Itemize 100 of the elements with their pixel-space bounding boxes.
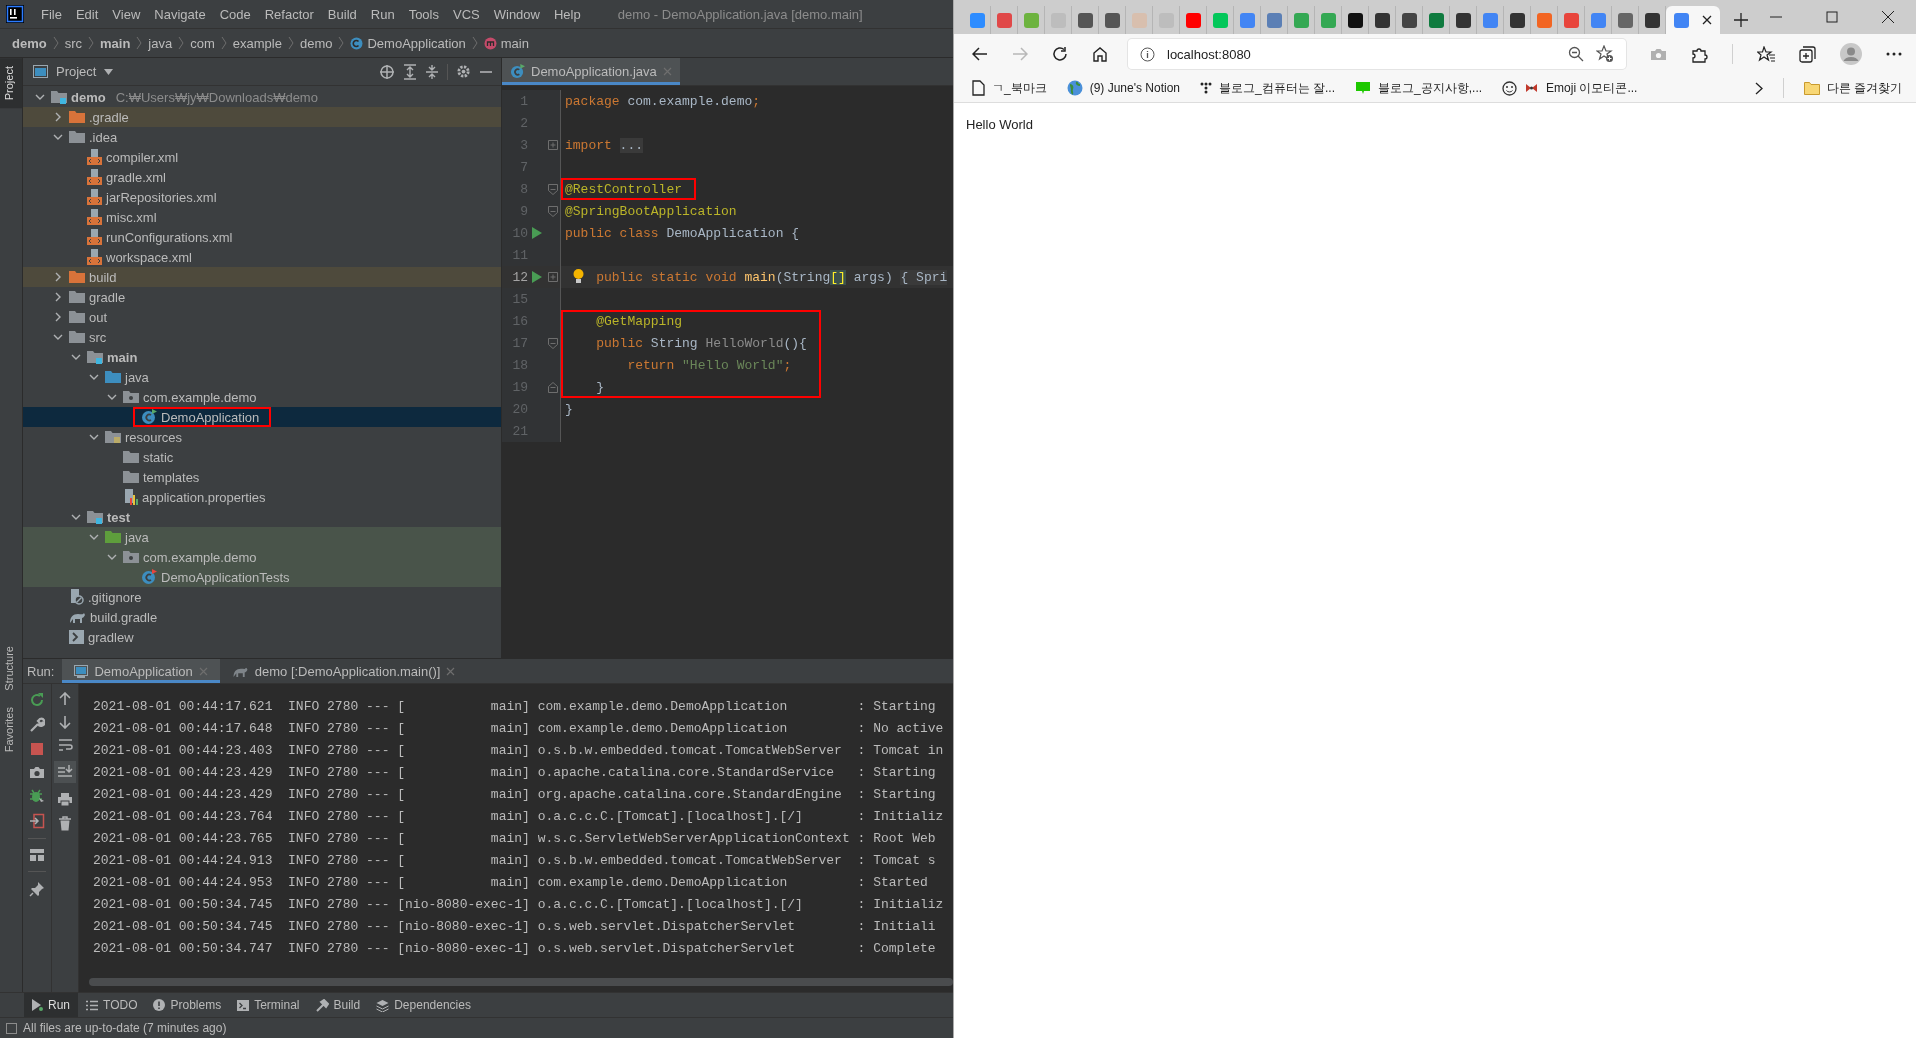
tree-item[interactable]: application.properties [23, 487, 501, 507]
tree-item[interactable]: runConfigurations.xml [23, 227, 501, 247]
new-tab-icon[interactable] [1734, 13, 1748, 27]
collapse-all-icon[interactable] [425, 63, 439, 80]
back-icon[interactable] [972, 47, 988, 61]
stop-icon[interactable] [30, 742, 44, 756]
fold-icon[interactable] [548, 381, 558, 393]
info-icon[interactable] [1140, 46, 1155, 62]
menu-item[interactable]: Edit [68, 6, 106, 22]
tree-item[interactable]: resources [23, 427, 501, 447]
favorites-icon[interactable] [1757, 45, 1775, 63]
breadcrumb[interactable]: main [100, 35, 131, 51]
menu-item[interactable]: VCS [446, 6, 487, 22]
tree-item[interactable]: build [23, 267, 501, 287]
tree-item[interactable]: com.example.demo [23, 547, 501, 567]
close-icon[interactable] [1882, 11, 1894, 23]
fold-icon[interactable] [548, 139, 558, 151]
tree-item[interactable]: jarRepositories.xml [23, 187, 501, 207]
collections-icon[interactable] [1799, 45, 1816, 63]
arrow-down-icon[interactable] [59, 715, 71, 729]
panel-title[interactable]: Project [56, 64, 97, 79]
side-tab[interactable]: Structure [0, 638, 22, 699]
bookmark[interactable]: ㄱ_북마크 [972, 79, 1047, 97]
tree-item[interactable]: build.gradle [23, 607, 501, 627]
tree-item[interactable]: .idea [23, 127, 501, 147]
fold-icon[interactable] [548, 271, 558, 283]
run-icon[interactable] [532, 271, 542, 283]
tree-item[interactable]: compiler.xml [23, 147, 501, 167]
expand-all-icon[interactable] [403, 63, 417, 80]
tree-item[interactable]: main [23, 347, 501, 367]
lightbulb-icon[interactable] [573, 269, 584, 284]
window-toggle-icon[interactable] [6, 1022, 17, 1034]
caret-icon[interactable] [104, 68, 114, 75]
menu-item[interactable]: Tools [401, 6, 446, 22]
bookmark-folder[interactable]: 다른 즐겨찾기 [1803, 79, 1902, 97]
add-favorite-icon[interactable] [1596, 45, 1614, 63]
puzzle-icon[interactable] [1691, 45, 1708, 63]
menu-item[interactable]: Window [486, 6, 547, 22]
tool-tab[interactable]: Build [307, 993, 369, 1017]
breadcrumb[interactable]: DemoApplication [367, 35, 466, 51]
breadcrumb[interactable]: demo [12, 35, 47, 51]
tree-item[interactable]: demo C:₩Users₩jy₩Downloads₩demo [23, 87, 501, 107]
side-tab[interactable]: Favorites [0, 698, 22, 761]
tree-item[interactable]: java [23, 367, 501, 387]
soft-wrap-icon[interactable] [57, 738, 73, 752]
tree-item[interactable]: static [23, 447, 501, 467]
breadcrumb[interactable]: demo [299, 35, 333, 51]
menu-item[interactable]: View [105, 6, 148, 22]
scroll-to-end-icon[interactable] [54, 761, 76, 783]
breadcrumb[interactable]: main [500, 35, 529, 51]
bug-icon[interactable] [29, 788, 45, 804]
menu-item[interactable]: Code [212, 6, 258, 22]
tree-item[interactable]: misc.xml [23, 207, 501, 227]
camera-icon[interactable] [29, 765, 45, 779]
more-icon[interactable] [1886, 52, 1902, 56]
menu-item[interactable]: Help [546, 6, 588, 22]
chevron-icon[interactable] [1754, 81, 1763, 95]
tree-item[interactable]: java [23, 527, 501, 547]
bookmark[interactable]: 블로그_컴퓨터는 잘... [1200, 79, 1336, 97]
breadcrumb[interactable]: example [232, 35, 282, 51]
settings-icon[interactable] [456, 64, 471, 79]
side-tab[interactable]: Project [0, 58, 22, 109]
menu-item[interactable]: Navigate [147, 6, 213, 22]
menu-item[interactable]: Run [363, 6, 402, 22]
exit-icon[interactable] [29, 813, 45, 829]
bookmark[interactable]: 블로그_공지사항,... [1355, 79, 1483, 97]
tool-tab[interactable]: Problems [145, 993, 230, 1017]
close-icon[interactable] [1702, 15, 1712, 25]
pin-icon[interactable] [29, 881, 45, 897]
run-config-tab[interactable]: demo [:DemoApplication.main()] [219, 659, 468, 683]
rerun-icon[interactable] [29, 692, 45, 708]
bookmark[interactable]: (9) June's Notion [1066, 80, 1181, 96]
tree-item[interactable]: .gradle [23, 107, 501, 127]
tree-item[interactable]: out [23, 307, 501, 327]
fold-icon[interactable] [548, 337, 558, 349]
tree-item[interactable]: src [23, 327, 501, 347]
bookmark[interactable]: Emoji 이모티콘... [1502, 79, 1638, 97]
trash-icon[interactable] [58, 816, 72, 831]
address-field[interactable]: localhost:8080 [1128, 39, 1626, 69]
menu-item[interactable]: File [34, 6, 69, 22]
tree-item[interactable]: workspace.xml [23, 247, 501, 267]
tool-tab[interactable]: Terminal [229, 993, 308, 1017]
fold-icon[interactable] [548, 205, 558, 217]
tree-item[interactable]: gradle [23, 287, 501, 307]
editor-tab[interactable]: DemoApplication.java [502, 58, 680, 85]
print-icon[interactable] [57, 792, 73, 807]
tree-item[interactable]: gradle.xml [23, 167, 501, 187]
maximize-icon[interactable] [1826, 11, 1838, 23]
menu-item[interactable]: Refactor [257, 6, 321, 22]
profile-avatar-icon[interactable] [1840, 43, 1862, 65]
breadcrumb[interactable]: com [190, 35, 215, 51]
refresh-icon[interactable] [1052, 46, 1068, 62]
tree-item[interactable]: templates [23, 467, 501, 487]
tree-item[interactable]: DemoApplicationTests [23, 567, 501, 587]
arrow-up-icon[interactable] [59, 692, 71, 706]
scrollbar[interactable] [89, 978, 953, 986]
run-icon[interactable] [532, 227, 542, 239]
breadcrumb[interactable]: src [64, 35, 82, 51]
tree-item[interactable]: DemoApplication [23, 407, 501, 427]
layout-icon[interactable] [29, 848, 45, 862]
